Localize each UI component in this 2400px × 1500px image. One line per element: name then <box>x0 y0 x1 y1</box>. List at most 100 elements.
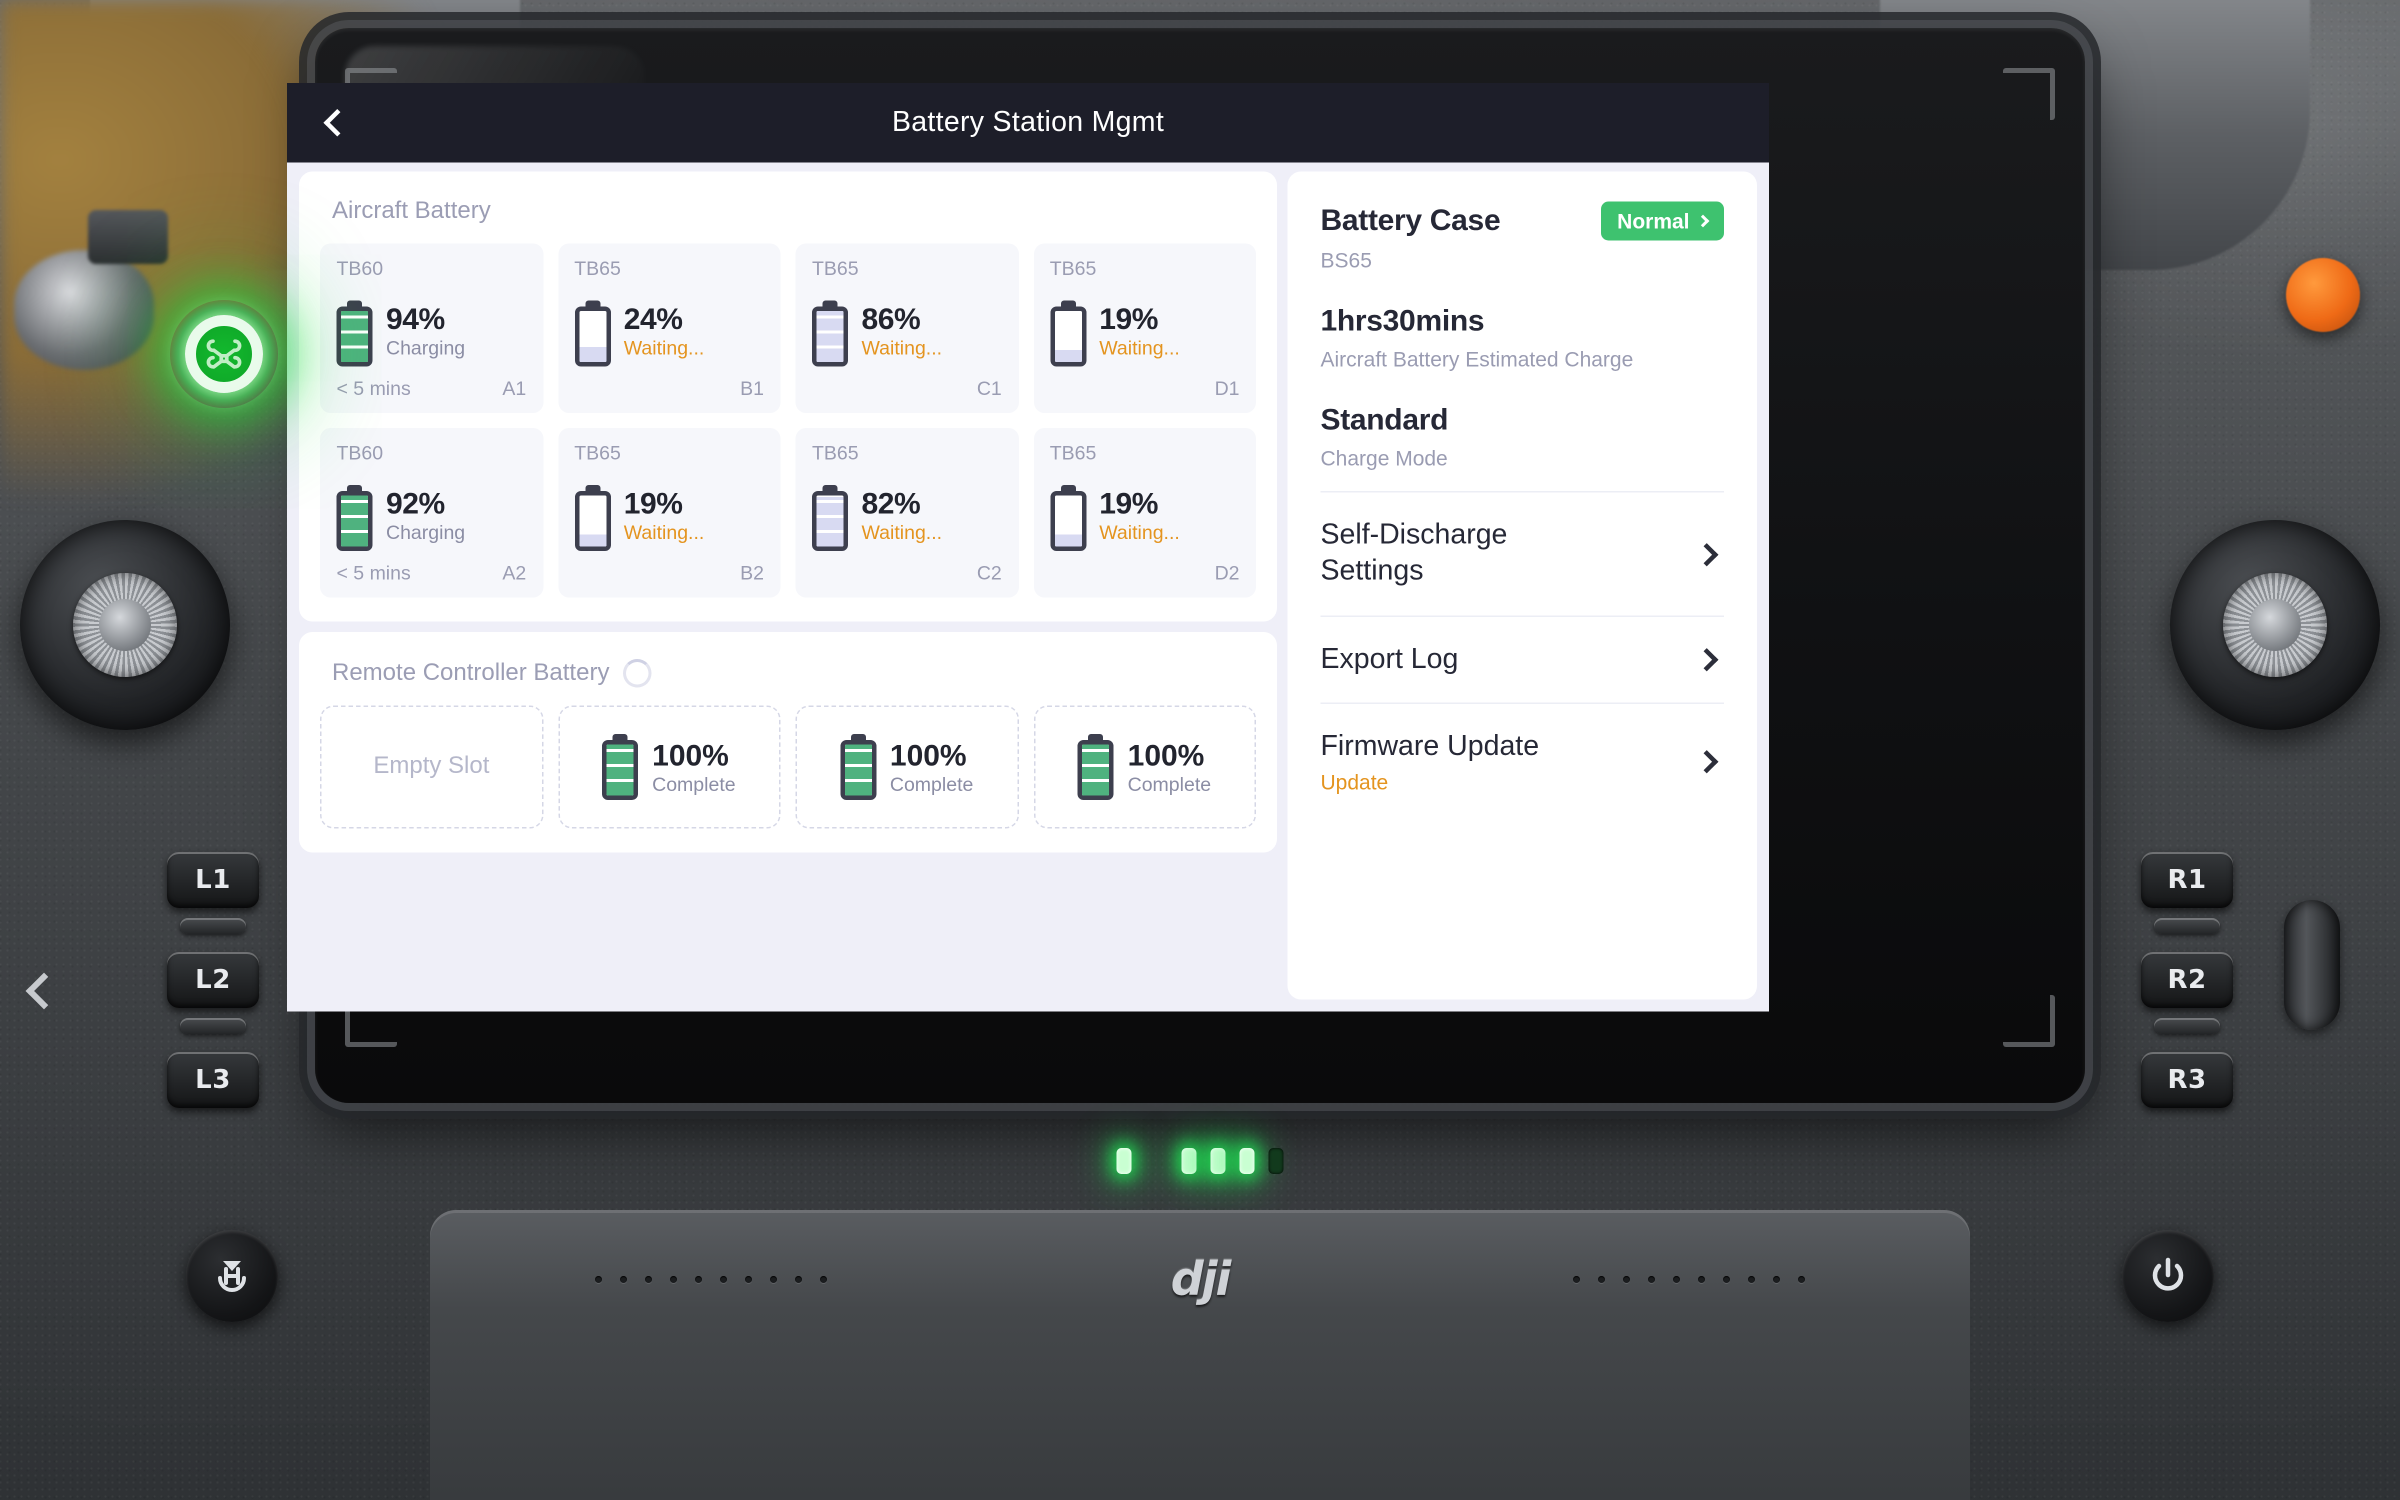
battery-model: TB65 <box>812 257 859 280</box>
sidebar-menu-item[interactable]: Firmware Update Update <box>1320 702 1724 818</box>
button-l3[interactable]: L3 <box>167 1052 259 1108</box>
battery-eta: < 5 mins <box>336 561 411 585</box>
rc-battery-slot[interactable]: 100% Complete <box>557 705 781 829</box>
estimated-charge-value: 1hrs30mins <box>1320 305 1485 338</box>
rc-battery-slot[interactable]: 100% Complete <box>795 705 1019 829</box>
vent-hole <box>1673 1276 1680 1283</box>
power-button[interactable] <box>2122 1230 2214 1322</box>
battery-status: Waiting... <box>1099 336 1180 360</box>
chevron-right-icon <box>1695 750 1719 774</box>
speaker-vents-right <box>1573 1276 1805 1283</box>
back-chevron-icon <box>322 108 351 137</box>
battery-case-sidebar: Battery Case Normal BS65 1hrs30mins Airc… <box>1287 171 1757 1000</box>
vent-hole <box>620 1276 627 1283</box>
charge-mode-label: Charge Mode <box>1320 446 1448 470</box>
battery-percent: 19% <box>1099 303 1158 337</box>
vent-hole <box>1748 1276 1755 1283</box>
sidebar-menu-item[interactable]: Export Log <box>1320 614 1724 702</box>
aircraft-battery-grid: TB60 94% Charging < 5 mins A1 TB65 24% Waiting.… <box>299 226 1277 622</box>
battery-cap-icon <box>584 484 600 491</box>
vent-hole <box>1773 1276 1780 1283</box>
scroll-wheel[interactable] <box>2284 900 2340 1030</box>
rc-battery-slot-empty[interactable]: Empty Slot <box>320 705 543 829</box>
battery-status: Waiting... <box>1099 521 1180 544</box>
remote-controller-battery-title-label: Remote Controller Battery <box>332 659 610 686</box>
sidebar-menu: Self-Discharge Settings Export Log Firmwar… <box>1320 491 1724 818</box>
back-button[interactable] <box>287 83 377 163</box>
battery-percent: 19% <box>623 488 683 522</box>
drone-link-button[interactable] <box>170 300 278 408</box>
aircraft-battery-slot[interactable]: TB60 92% Charging < 5 mins A2 <box>320 428 543 598</box>
rc-battery-status: Complete <box>652 772 736 795</box>
battery-icon <box>574 299 611 366</box>
battery-bay-id: B1 <box>740 377 764 400</box>
aircraft-battery-slot[interactable]: TB65 82% Waiting... C2 <box>795 428 1019 598</box>
aircraft-battery-slot[interactable]: TB65 19% Waiting... D2 <box>1033 428 1256 598</box>
spinner-icon <box>622 659 652 688</box>
battery-percent: 86% <box>861 303 921 337</box>
rocker-l1[interactable] <box>180 918 246 934</box>
button-l2[interactable]: L2 <box>167 952 259 1008</box>
battery-fill <box>816 496 844 546</box>
aircraft-battery-slot[interactable]: TB65 19% Waiting... D1 <box>1033 243 1256 413</box>
battery-shell <box>1078 740 1115 800</box>
battery-shell <box>574 305 611 366</box>
control-stick-left[interactable] <box>20 520 230 730</box>
rocker-l2[interactable] <box>180 1018 246 1034</box>
battery-model: TB65 <box>574 257 621 280</box>
battery-cap-icon <box>347 484 362 491</box>
sidebar-menu-item-label: Firmware Update <box>1320 730 1540 763</box>
rc-battery-status: Complete <box>889 772 974 795</box>
aircraft-battery-slot[interactable]: TB65 24% Waiting... B1 <box>557 243 781 413</box>
battery-shell <box>602 740 639 800</box>
status-badge[interactable]: Normal <box>1600 201 1724 241</box>
button-r2[interactable]: R2 <box>2141 952 2233 1008</box>
battery-bay-id: A1 <box>502 377 527 400</box>
orange-dial <box>2286 258 2360 332</box>
vent-hole <box>595 1276 602 1283</box>
chevron-right-icon <box>1696 214 1710 228</box>
battery-icon <box>602 734 639 800</box>
battery-status: Charging <box>386 336 466 360</box>
touchscreen-display[interactable]: Battery Station Mgmt Aircraft Battery TB… <box>287 83 1769 1012</box>
aircraft-battery-slot[interactable]: TB65 19% Waiting... B2 <box>557 428 781 598</box>
battery-fill <box>341 494 368 546</box>
battery-percent: 82% <box>861 488 921 522</box>
vent-hole <box>745 1276 752 1283</box>
vent-hole <box>645 1276 652 1283</box>
battery-cap-icon <box>584 299 600 306</box>
vent-hole <box>795 1276 802 1283</box>
button-r3[interactable]: R3 <box>2141 1052 2233 1108</box>
battery-fill <box>578 346 606 362</box>
sidebar-menu-item-sub: Update <box>1320 770 1389 795</box>
sidebar-menu-item[interactable]: Self-Discharge Settings <box>1320 491 1724 615</box>
hardware-back-button[interactable] <box>8 955 80 1027</box>
chevron-right-icon <box>1695 542 1719 567</box>
battery-fill <box>578 534 606 546</box>
battery-shell <box>336 490 373 551</box>
battery-cap-icon <box>822 299 838 306</box>
power-icon <box>2152 1257 2184 1291</box>
camera-hotshoe <box>88 210 168 264</box>
status-led <box>1181 1148 1197 1174</box>
return-to-home-icon <box>218 1261 246 1292</box>
aircraft-battery-slot[interactable]: TB65 86% Waiting... C1 <box>795 243 1019 413</box>
status-led <box>1239 1148 1255 1174</box>
return-to-home-button[interactable] <box>186 1230 278 1322</box>
left-column: Aircraft Battery TB60 94% Charging < 5 mins… <box>299 171 1277 1000</box>
button-r1[interactable]: R1 <box>2141 852 2233 908</box>
control-stick-right[interactable] <box>2170 520 2380 730</box>
battery-case-model: BS65 <box>1320 248 1372 272</box>
aircraft-battery-slot[interactable]: TB60 94% Charging < 5 mins A1 <box>320 243 543 413</box>
button-l1[interactable]: L1 <box>167 852 259 908</box>
vent-hole <box>770 1276 777 1283</box>
button-r2-label: R2 <box>2167 965 2207 995</box>
rc-battery-slot[interactable]: 100% Complete <box>1033 705 1256 829</box>
battery-icon <box>336 484 373 551</box>
battery-icon <box>574 484 611 551</box>
rocker-r1[interactable] <box>2154 918 2220 934</box>
aircraft-battery-title: Aircraft Battery <box>299 172 1277 226</box>
vent-hole <box>820 1276 827 1283</box>
battery-status: Charging <box>386 521 466 544</box>
rocker-r2[interactable] <box>2154 1018 2220 1034</box>
